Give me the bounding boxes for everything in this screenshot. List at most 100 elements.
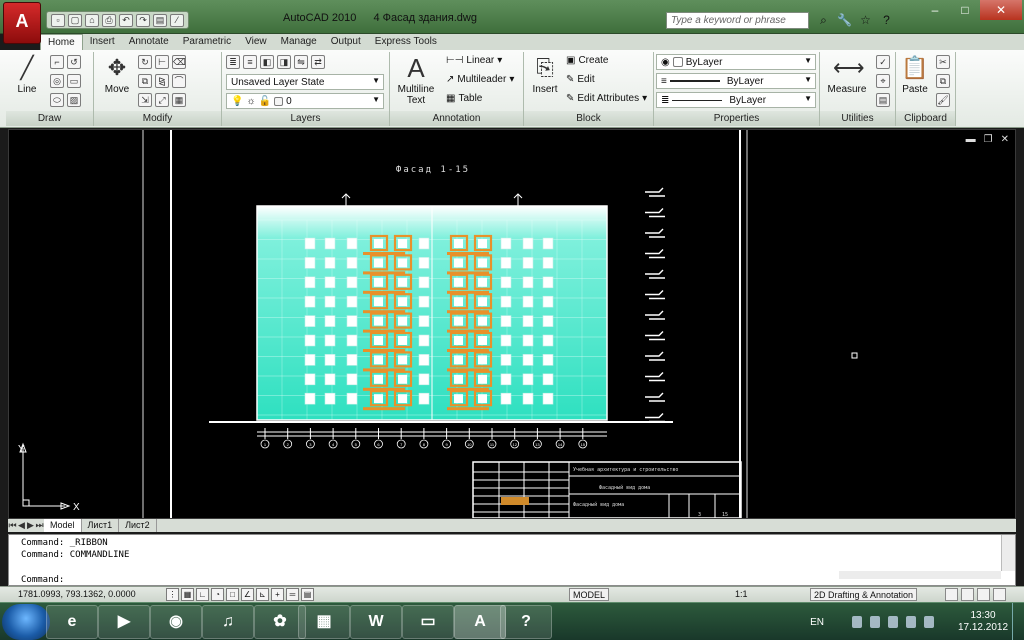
paste-tool[interactable]: 📋 Paste xyxy=(898,54,932,95)
quick-select-icon[interactable]: ✓ xyxy=(876,55,890,69)
arc-icon[interactable]: ↺ xyxy=(67,55,81,69)
wrench-icon[interactable]: 🔧 xyxy=(836,12,853,29)
first-tab-icon[interactable]: ⏮ xyxy=(8,520,17,531)
coordinates-readout[interactable]: 1781.0993, 793.1362, 0.0000 xyxy=(18,589,136,599)
snap-icon[interactable]: ⋮ xyxy=(166,588,179,601)
application-menu-button[interactable]: A xyxy=(3,2,41,44)
multileader-button[interactable]: ↗ Multileader ▾ xyxy=(446,74,514,85)
viewport-minimize-icon[interactable]: ▬ xyxy=(966,134,976,145)
viewport-close-icon[interactable]: ✕ xyxy=(1001,134,1009,145)
lineweight-dropdown[interactable]: ≣ ByLayer ▼ xyxy=(656,92,816,108)
help-taskbar-button[interactable]: ? xyxy=(500,605,552,639)
tab-parametric[interactable]: Parametric xyxy=(176,34,238,50)
edit-attributes-button[interactable]: ✎ Edit Attributes ▾ xyxy=(566,93,647,104)
star-icon[interactable]: ☆ xyxy=(857,12,874,29)
media-player-taskbar-button[interactable]: ▶ xyxy=(98,605,150,639)
language-indicator[interactable]: EN xyxy=(810,617,824,628)
layer-state-dropdown[interactable]: Unsaved Layer State ▼ xyxy=(226,74,384,90)
line-tool[interactable]: ╱ Line xyxy=(10,54,44,95)
utilities-panel-title[interactable]: Utilities xyxy=(820,111,895,126)
draw-panel-title[interactable]: Draw xyxy=(6,111,93,126)
speaker-taskbar-button[interactable]: ♫ xyxy=(202,605,254,639)
ie-taskbar-button[interactable]: e xyxy=(46,605,98,639)
polyline-icon[interactable]: ⌐ xyxy=(50,55,64,69)
ortho-icon[interactable]: ∟ xyxy=(196,588,209,601)
layer-properties-icon[interactable]: ≣ xyxy=(226,55,240,69)
id-point-icon[interactable]: ⌖ xyxy=(876,74,890,88)
hatch-icon[interactable]: ▨ xyxy=(67,93,81,107)
cut-icon[interactable]: ✂ xyxy=(936,55,950,69)
clipboard-panel-title[interactable]: Clipboard xyxy=(896,111,955,126)
display-icon[interactable] xyxy=(924,616,934,628)
start-button[interactable] xyxy=(2,604,50,640)
multiline-text-tool[interactable]: A Multiline Text xyxy=(394,54,438,106)
osnap-icon[interactable]: □ xyxy=(226,588,239,601)
help-icon[interactable]: ? xyxy=(878,12,895,29)
tab-sheet2[interactable]: Лист2 xyxy=(119,519,157,532)
command-input[interactable]: Command: xyxy=(21,575,64,585)
fillet-icon[interactable]: ⌒ xyxy=(172,74,186,88)
layer-isolate-icon[interactable]: ◧ xyxy=(260,55,274,69)
last-tab-icon[interactable]: ⏭ xyxy=(35,520,44,531)
command-scrollbar[interactable] xyxy=(1001,535,1015,571)
dyn-icon[interactable]: + xyxy=(271,588,284,601)
tab-manage[interactable]: Manage xyxy=(274,34,324,50)
prev-tab-icon[interactable]: ◀ xyxy=(17,520,26,531)
linetype-dropdown[interactable]: ≡ ByLayer ▼ xyxy=(656,73,816,89)
tab-model[interactable]: Model xyxy=(44,519,82,532)
tab-express-tools[interactable]: Express Tools xyxy=(368,34,444,50)
layers-panel-title[interactable]: Layers xyxy=(222,111,389,126)
layer-state-icon[interactable]: ≡ xyxy=(243,55,257,69)
tab-sheet1[interactable]: Лист1 xyxy=(82,519,120,532)
hardware-accel-icon[interactable] xyxy=(961,588,974,601)
workspace-switcher[interactable]: 2D Drafting & Annotation xyxy=(810,588,918,601)
tab-home[interactable]: Home xyxy=(40,34,83,50)
match-properties-icon[interactable]: 🖌 xyxy=(936,93,950,107)
rotate-icon[interactable]: ↻ xyxy=(138,55,152,69)
grid-icon[interactable]: ▦ xyxy=(181,588,194,601)
tab-insert[interactable]: Insert xyxy=(83,34,122,50)
properties-panel-title[interactable]: Properties xyxy=(654,111,819,126)
chrome-taskbar-button[interactable]: ◉ xyxy=(150,605,202,639)
minimize-button[interactable]: – xyxy=(920,0,950,20)
layer-walk-icon[interactable]: ⇄ xyxy=(311,55,325,69)
flag-icon[interactable] xyxy=(906,616,916,628)
circle-icon[interactable]: ◎ xyxy=(50,74,64,88)
autocad-taskbar-button[interactable]: A xyxy=(454,605,506,639)
show-desktop-button[interactable] xyxy=(1012,603,1024,640)
battery-icon[interactable] xyxy=(852,616,862,628)
block-panel-title[interactable]: Block xyxy=(524,111,653,126)
table-button[interactable]: ▦ Table xyxy=(446,93,482,104)
polar-icon[interactable]: ◔ xyxy=(211,588,224,601)
copy-clip-icon[interactable]: ⧉ xyxy=(936,74,950,88)
volume-icon[interactable] xyxy=(888,616,898,628)
rectangle-icon[interactable]: ▭ xyxy=(67,74,81,88)
maximize-button[interactable]: □ xyxy=(950,0,980,20)
otrack-icon[interactable]: ∠ xyxy=(241,588,254,601)
drawing-area[interactable]: Фасад 1-15 1 2 3 4 5 6 7 8 9 10 11 12 13 14 15 xyxy=(8,129,1016,519)
array-icon[interactable]: ▦ xyxy=(172,93,186,107)
edit-block-button[interactable]: ✎ Edit xyxy=(566,74,595,85)
measure-tool[interactable]: ⟷ Measure xyxy=(824,54,870,95)
isolate-icon[interactable] xyxy=(977,588,990,601)
viewport-restore-icon[interactable]: ❐ xyxy=(984,134,993,145)
tab-output[interactable]: Output xyxy=(324,34,368,50)
color-dropdown[interactable]: ◉ ByLayer ▼ xyxy=(656,54,816,70)
word-taskbar-button[interactable]: W xyxy=(350,605,402,639)
tab-view[interactable]: View xyxy=(238,34,274,50)
trim-icon[interactable]: ⊢ xyxy=(155,55,169,69)
explorer-taskbar-button[interactable]: ▭ xyxy=(402,605,454,639)
winrar-taskbar-button[interactable]: ▦ xyxy=(298,605,350,639)
layer-dropdown[interactable]: 💡 ☼ 🔓 0 ▼ xyxy=(226,93,384,109)
next-tab-icon[interactable]: ▶ xyxy=(26,520,35,531)
ducs-icon[interactable]: ⊾ xyxy=(256,588,269,601)
model-space-button[interactable]: MODEL xyxy=(569,588,610,601)
linear-dimension-button[interactable]: ⊢⊣ Linear ▾ xyxy=(446,55,502,66)
layer-unisolate-icon[interactable]: ◨ xyxy=(277,55,291,69)
create-block-button[interactable]: ▣ Create xyxy=(566,55,608,66)
qp-icon[interactable]: ▤ xyxy=(301,588,314,601)
move-tool[interactable]: ✥ Move xyxy=(100,54,134,95)
binoculars-icon[interactable]: ⌕ xyxy=(815,12,832,29)
clean-screen-icon[interactable] xyxy=(993,588,1006,601)
annotation-panel-title[interactable]: Annotation xyxy=(390,111,523,126)
